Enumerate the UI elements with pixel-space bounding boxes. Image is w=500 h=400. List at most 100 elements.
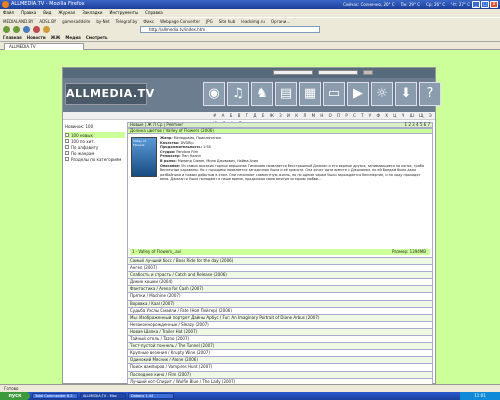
film-list-item[interactable]: Одинокий Мясник / Alone (2006) <box>127 357 433 365</box>
link-5[interactable]: Смотреть <box>86 34 108 41</box>
stop-icon[interactable] <box>33 26 40 33</box>
film-list-item[interactable]: Поиск вампиров / Vampires Hunt (2007) <box>127 364 433 372</box>
firefox-icon <box>2 1 9 8</box>
film-poster[interactable]: Valley of Flowers <box>131 137 157 177</box>
film-list-item[interactable]: Судьба Уэслы Смайли / Fate (Ноя Пейгер) … <box>127 307 433 315</box>
forward-icon[interactable] <box>13 26 20 33</box>
back-icon[interactable] <box>3 26 10 33</box>
menu-file[interactable]: Файл <box>3 9 14 17</box>
film-list-item[interactable]: Тайный отель / Tazno (2007) <box>127 336 433 344</box>
video-icon[interactable]: ◉ <box>203 82 225 106</box>
breadcrumb-text[interactable]: Новые | Ж Л Ср | Рейтинг <box>130 122 184 127</box>
film-list-item[interactable]: Последнее кино / Film (2007) <box>127 371 433 379</box>
bookmark-11[interactable]: Органи... <box>271 18 290 25</box>
main-content: Новые | Ж Л Ср | Рейтинг 1 2 3 4 5 6 7 Д… <box>127 122 433 386</box>
sidebar-item-label: 100 новых <box>71 132 93 138</box>
password-input[interactable] <box>318 70 358 75</box>
software-icon[interactable]: ▦ <box>299 82 321 106</box>
menu-help[interactable]: Справка <box>145 9 163 17</box>
bookmark-10[interactable]: leadsimg.ru <box>241 18 265 25</box>
close-icon[interactable]: x <box>490 1 498 8</box>
reload-icon[interactable] <box>23 26 30 33</box>
bookmark-3[interactable]: gamesaddsite <box>62 18 90 25</box>
books-icon[interactable]: ▤ <box>275 82 297 106</box>
site-login-strip <box>63 68 435 78</box>
menu-tools[interactable]: Инструменты <box>109 9 138 17</box>
bookmark-4[interactable]: by-Net <box>96 18 109 25</box>
weather-1: Пн: 29° C <box>400 2 421 7</box>
bookmark-5[interactable]: Telegraf.by <box>116 18 138 25</box>
taskbar: пуск Total Commander 6.5 ALLMEDIA.TV - M… <box>0 392 500 400</box>
menu-edit[interactable]: Правка <box>21 9 36 17</box>
film-list-item[interactable]: Слабость и страсть / Catch and Release (… <box>127 272 433 280</box>
download-link[interactable]: 1 · Valley of Flowers_.avi Размер: 1394M… <box>130 249 430 255</box>
film-list-item[interactable]: Мы: Изображенный портрет Дайны Арбус / F… <box>127 314 433 322</box>
minimize-icon[interactable]: _ <box>472 1 480 8</box>
download-icon[interactable]: ⬇ <box>395 82 417 106</box>
photo-icon[interactable]: ☼ <box>371 82 393 106</box>
menu-history[interactable]: Журнал <box>58 9 75 17</box>
tv-icon[interactable]: ▭ <box>323 82 345 106</box>
bookmarks-toolbar: MEDIALAND.BY ADSL.BY gamesaddsite by-Net… <box>0 17 500 25</box>
login-input[interactable] <box>273 70 313 75</box>
tab-strip: ALLMEDIA.TV <box>0 42 500 50</box>
film-list-item[interactable]: Тест-пустой тоннель / The Tunnel (2007) <box>127 343 433 351</box>
sidebar-item-label: Разделы по категориям <box>71 156 122 162</box>
music-icon[interactable]: ♫ <box>227 82 249 106</box>
task-total-commander[interactable]: Total Commander 6.5 <box>32 393 78 399</box>
video-clips-icon[interactable]: ▶ <box>347 82 369 106</box>
status-bar: Готово <box>0 384 500 392</box>
alphabet-nav[interactable]: # А Б В Г Д Е Ж З И К Л М Н О П Р С Т У … <box>63 112 435 126</box>
download-filename: 1 · Valley of Flowers_.avi <box>132 249 182 254</box>
menu-bookmarks[interactable]: Закладки <box>82 9 102 17</box>
film-list-item[interactable]: Ангел (2007) <box>127 265 433 273</box>
film-info: Жанр: Мелодрама, Приключения Качество: D… <box>160 136 429 182</box>
sidebar-item-category[interactable]: Разделы по категориям <box>65 156 125 162</box>
weather-3: Чт: 27° C <box>451 2 470 7</box>
bookmark-9[interactable]: Site hub <box>219 18 236 25</box>
sidebar-count: Новинок: 100 <box>65 124 94 129</box>
film-list-item[interactable]: Новая Шапка / Trailer Hat (2007) <box>127 328 433 337</box>
film-list-item[interactable]: Незаконнорожденные / Sleazy (2007) <box>127 321 433 329</box>
film-list-item[interactable]: Прятки / Machine (2007) <box>127 293 433 301</box>
login-button[interactable] <box>363 70 373 75</box>
menu-bar: Файл Правка Вид Журнал Закладки Инструме… <box>0 9 500 17</box>
games-icon[interactable]: ♞ <box>251 82 273 106</box>
bookmark-8[interactable]: JPG <box>206 18 213 25</box>
bookmark-2[interactable]: ADSL.BY <box>39 18 56 25</box>
bookmark-7[interactable]: Webpage Converter <box>160 18 200 25</box>
film-card: Valley of Flowers Жанр: Мелодрама, Прикл… <box>127 134 433 258</box>
address-bar[interactable]: http://allmedia.tv/index.htm <box>140 26 320 33</box>
checkbox-icon[interactable] <box>65 157 69 161</box>
film-list-item[interactable]: Дикие кошки (2004) <box>127 279 433 287</box>
task-firefox[interactable]: ALLMEDIA.TV - Moz <box>80 393 126 399</box>
pagination[interactable]: 1 2 3 4 5 6 7 <box>405 123 430 127</box>
checkbox-icon[interactable] <box>65 139 69 143</box>
home-icon[interactable] <box>43 26 50 33</box>
start-button[interactable]: пуск <box>0 392 30 400</box>
clock: 11:01 <box>460 392 500 400</box>
tab-allmedia[interactable]: ALLMEDIA.TV <box>4 43 84 50</box>
film-list-item[interactable]: Самый лучший босс / Boss Ride for the da… <box>127 258 433 266</box>
window-title: ALLMEDIA.TV - Mozilla Firefox <box>11 1 85 7</box>
maximize-icon[interactable]: □ <box>481 1 489 8</box>
film-list-item[interactable]: Крупные везения / Krupty Wine (2007) <box>127 350 433 358</box>
task-dabanz[interactable]: Dabanz 1.44 <box>128 393 174 399</box>
film-list-item[interactable]: Фантастика / Arena for Cash (2007) <box>127 286 433 294</box>
link-2[interactable]: Новости <box>27 34 46 41</box>
browser-window: ALLMEDIA.TV - Mozilla Firefox Сейчас: Со… <box>0 0 500 400</box>
help-icon[interactable]: ? <box>419 82 441 106</box>
checkbox-icon[interactable] <box>65 145 69 149</box>
link-3[interactable]: ЖЖ <box>51 34 61 41</box>
bookmark-1[interactable]: MEDIALAND.BY <box>3 18 33 25</box>
sidebar-item-label: 100 по хит. <box>71 138 95 144</box>
link-1[interactable]: Главная <box>3 34 22 41</box>
checkbox-icon[interactable] <box>65 151 69 155</box>
checkbox-icon[interactable] <box>65 133 69 137</box>
bookmark-6[interactable]: Фикс <box>143 18 154 25</box>
site-logo[interactable]: ALLMEDIA.TV <box>65 83 154 105</box>
menu-view[interactable]: Вид <box>43 9 51 17</box>
film-list-item[interactable]: Воровка / Kaal (2007) <box>127 300 433 308</box>
link-4[interactable]: Медиа <box>65 34 80 41</box>
weather-bar: Сейчас: Солнечно, 20° C Пн: 29° C Ср: 26… <box>343 0 470 9</box>
